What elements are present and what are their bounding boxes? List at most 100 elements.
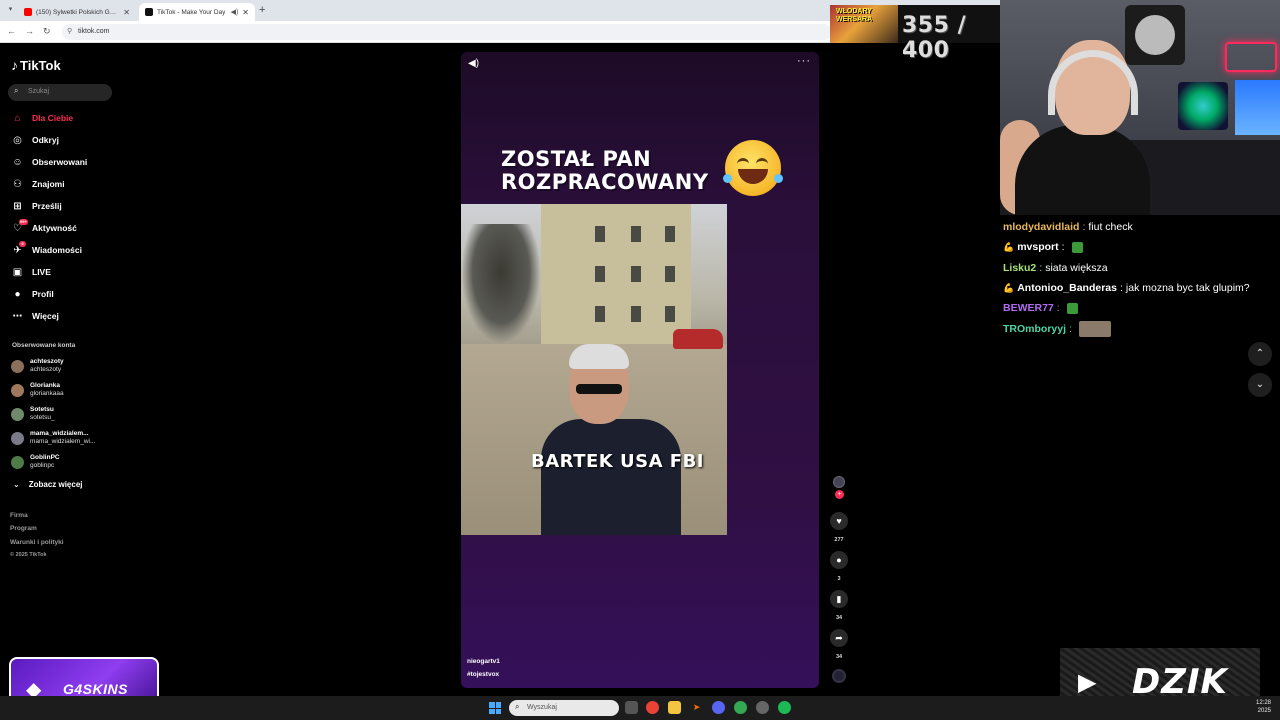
chat-username[interactable]: TROmboryyj [1003,319,1066,339]
sidebar: ♪ TikTok ⌕ Szukaj ⌂ Dla Ciebie ◎ Odkryj ☺ Obs… [0,44,125,694]
system-clock[interactable]: 12:28 2025 [1256,699,1271,715]
comment-count: 3 [837,576,841,582]
close-tab-icon[interactable]: ✕ [123,8,130,17]
account-name: achteszoty [30,358,64,365]
tiktok-icon [145,8,153,16]
sidebar-item-profil[interactable]: ● Profil [11,285,53,303]
chat-separator: : [1039,261,1043,274]
forward-icon[interactable]: → [25,26,34,36]
bookmark-icon[interactable]: ▮ [830,590,848,608]
sidebar-item-znajomi[interactable]: ⚇ Znajomi [11,175,65,193]
app-arrow-icon[interactable]: ➤ [690,701,703,714]
chat-username[interactable]: mvsport [1017,237,1058,257]
footer-link-program[interactable]: Program [10,525,37,532]
live-icon: ▣ [12,266,23,278]
browser-tab-youtube[interactable]: (150) Sylwetki Polskich Gangste ✕ [18,3,136,21]
chat-separator: : [1069,322,1072,335]
compass-icon: ◎ [13,134,22,146]
video-player[interactable]: ◀) ··· ZOSTAŁ PAN ROZPRACOWANY BARTEK US… [461,52,819,688]
taskbar-search-input[interactable]: ⌕ Wyszukaj [509,700,619,716]
account-name: Sotetsu [30,406,54,413]
sidebar-item-aktywno-[interactable]: ♡ 99+ Aktywność [11,219,77,237]
avatar [11,407,24,421]
like-heart-icon[interactable]: ♥ [830,512,848,530]
creator-avatar[interactable] [833,476,845,488]
avatar [11,383,24,397]
flexed-biceps-badge-icon: 💪 [1003,242,1015,253]
sidebar-item-live[interactable]: ▣ LIVE [11,263,51,281]
more-icon: ⋯ [12,310,23,322]
sidebar-item-label: Odkryj [32,135,59,145]
logo-text: TikTok [20,57,61,73]
chat-username[interactable]: mlodydavidlaid [1003,217,1079,237]
reload-icon[interactable]: ↻ [43,26,51,37]
chat-separator: : [1082,221,1086,234]
avatar [11,455,24,469]
caption-line-1: ZOSTAŁ PAN [501,147,652,171]
close-tab-icon[interactable]: ✕ [242,8,249,17]
chrome-profile-icon[interactable] [734,701,747,714]
sidebar-item-dla-ciebie[interactable]: ⌂ Dla Ciebie [11,109,73,127]
back-icon[interactable]: ← [7,26,16,36]
followed-account[interactable]: Glorianka gloriankaaa [11,379,64,401]
volume-icon[interactable]: ◀) [468,58,479,69]
next-video-button[interactable]: ⌄ [1248,373,1272,397]
tab-list-icon[interactable]: ▾ [6,5,15,14]
copyright: © 2025 TikTok [10,552,47,558]
sidebar-item-wi-cej[interactable]: ⋯ Więcej [11,307,59,325]
video-hashtag[interactable]: #tojestvox [467,671,499,678]
search-icon: ⌕ [515,702,520,711]
previous-video-button[interactable]: ⌃ [1248,342,1272,366]
chat-emote-icon [1066,302,1078,314]
windows-start-icon[interactable] [489,702,501,714]
chat-separator: : [1056,302,1060,315]
music-disc-icon[interactable] [832,669,846,683]
task-view-icon[interactable] [625,701,638,714]
chrome-icon[interactable] [646,701,659,714]
counter-thumb-text: WŁODARY WERSARA [836,8,873,23]
sidebar-item-label: Więcej [32,311,59,321]
sidebar-item-label: Wiadomości [32,245,82,255]
site-info-icon[interactable]: ⚲ [67,27,72,35]
chat-emote-icon [1071,241,1083,253]
browser-tab-tiktok[interactable]: TikTok - Make Your Day ◀) ✕ [139,3,255,21]
follow-plus-icon[interactable]: + [835,490,844,499]
tiktok-logo[interactable]: ♪ TikTok [11,57,61,73]
account-handle: mama_widzialem_wi... [30,438,96,445]
comment-icon[interactable]: ● [830,551,848,569]
obs-icon[interactable] [756,701,769,714]
video-author[interactable]: nieogartv1 [467,658,500,665]
file-explorer-icon[interactable] [668,701,681,714]
tab-title: TikTok - Make Your Day [157,8,226,16]
chat-username[interactable]: Lisku2 [1003,258,1036,278]
chat-username[interactable]: Antonioo_Banderas [1017,278,1117,298]
sidebar-item-label: Prześlij [32,201,62,211]
discord-icon[interactable] [712,701,725,714]
chat-message: BEWER77: [1003,298,1280,318]
url-field[interactable]: ⚲ tiktok.com [62,24,832,40]
followed-account[interactable]: Sotetsu sotetsu_ [11,403,55,425]
search-icon: ⌕ [14,86,19,95]
footer-link-company[interactable]: Firma [10,512,28,519]
share-icon[interactable]: ➦ [830,629,848,647]
account-names: achteszoty achteszoty [30,358,64,374]
search-input[interactable]: ⌕ Szukaj [8,84,112,101]
new-tab-button[interactable]: + [259,4,265,16]
upload-icon: ⊞ [13,200,22,212]
sidebar-item-label: Obserwowani [32,157,88,167]
footer-link-terms[interactable]: Warunki i polityki [10,539,64,546]
sidebar-item-obserwowani[interactable]: ☺ Obserwowani [11,153,87,171]
chat-text: jak mozna byc tak glupim? [1125,282,1250,295]
sidebar-item-prze-lij[interactable]: ⊞ Prześlij [11,197,62,215]
followed-account[interactable]: achteszoty achteszoty [11,355,64,377]
followed-account[interactable]: mama_widzialem... mama_widzialem_wi... [11,427,95,449]
chat-username[interactable]: BEWER77 [1003,298,1054,318]
see-more-button[interactable]: ⌄ Zobacz więcej [13,480,83,489]
spotify-icon[interactable] [778,701,791,714]
more-options-icon[interactable]: ··· [797,55,811,67]
followed-account[interactable]: GoblinPC goblinpc [11,451,60,473]
speaker-icon[interactable]: ◀) [231,8,239,16]
sidebar-item-odkryj[interactable]: ◎ Odkryj [11,131,59,149]
sidebar-item-wiadomo-ci[interactable]: ✈ 9 Wiadomości [11,241,82,259]
video-caption: ZOSTAŁ PAN ROZPRACOWANY [501,148,709,194]
